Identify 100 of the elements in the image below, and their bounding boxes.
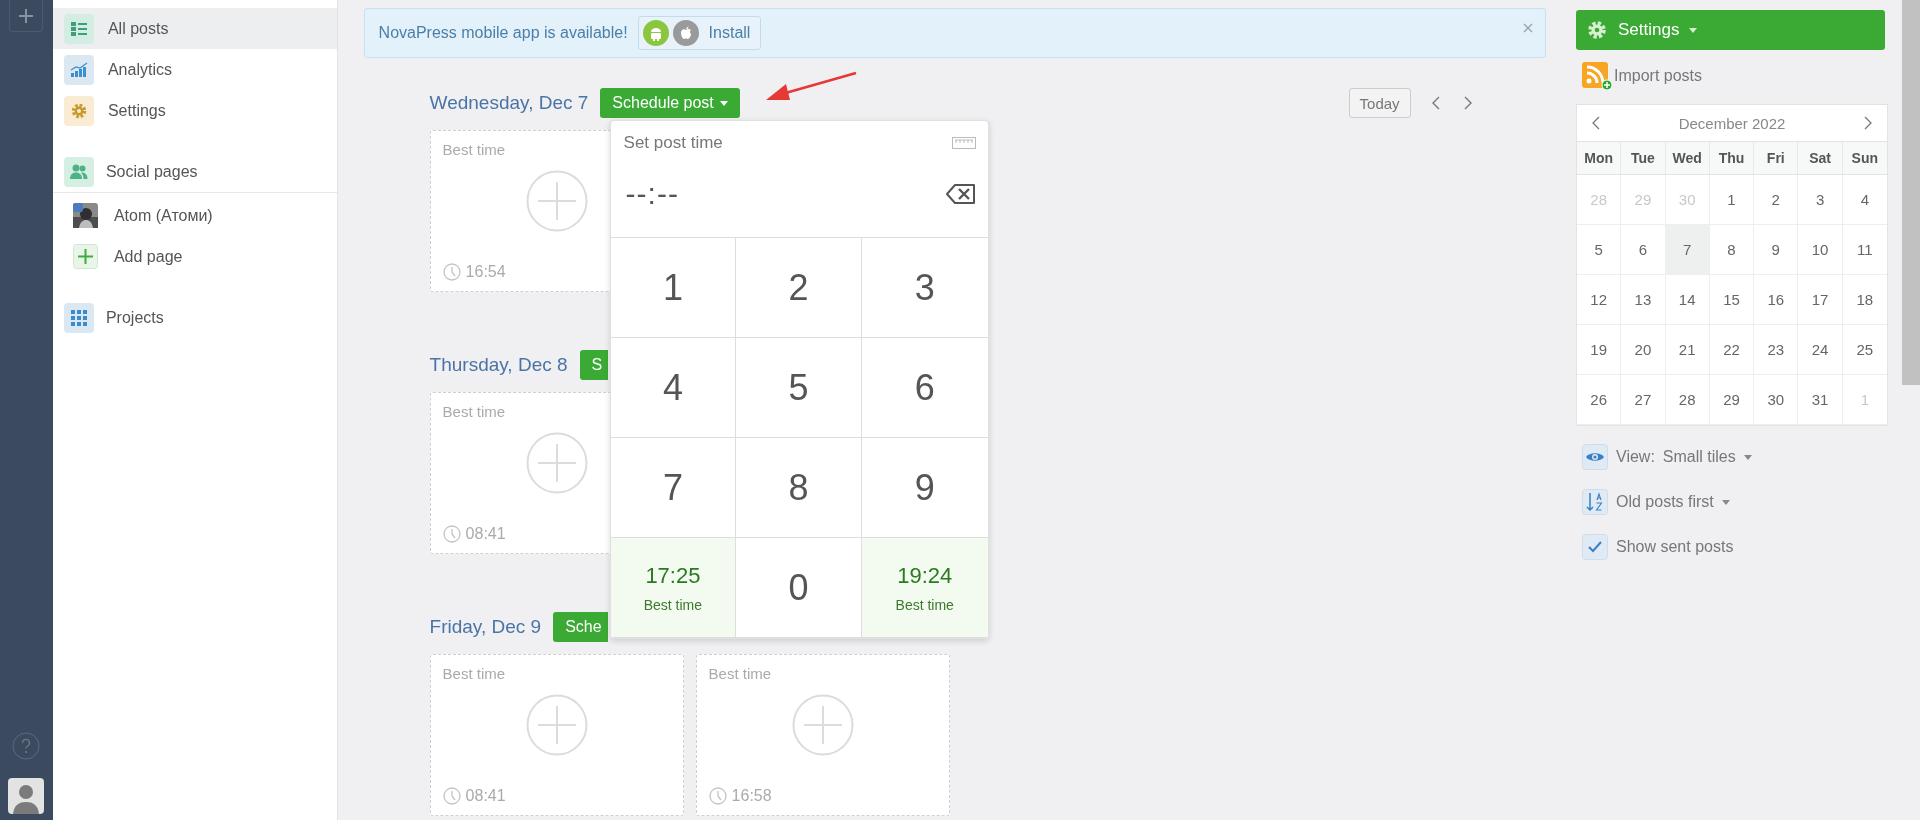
caret-icon [1689, 27, 1698, 33]
calendar-day[interactable]: 18 [1842, 275, 1887, 325]
calendar-day[interactable]: 25 [1842, 325, 1887, 375]
sort-icon [1582, 489, 1608, 515]
calendar-day[interactable]: 14 [1665, 275, 1710, 325]
calendar-day[interactable]: 29 [1709, 375, 1755, 425]
slot-time: 08:41 [465, 787, 506, 805]
close-icon[interactable] [1523, 23, 1533, 33]
calendar-day[interactable]: 27 [1621, 375, 1666, 425]
calendar-day[interactable]: 22 [1709, 325, 1755, 375]
calendar-day[interactable]: 11 [1842, 225, 1887, 275]
best-time-key[interactable]: 19:24 Best time [861, 538, 988, 638]
option-dropdown[interactable]: View: Small tiles [1616, 448, 1752, 466]
day-heading: Thursday, Dec 8 [429, 354, 568, 376]
clock-icon [708, 787, 727, 805]
digit-key[interactable]: 0 [736, 538, 862, 638]
calendar-day[interactable]: 19 [1577, 325, 1622, 375]
digit-key[interactable]: 7 [610, 438, 737, 538]
backspace-icon[interactable] [945, 183, 976, 205]
calendar-day[interactable]: 2 [1754, 175, 1799, 225]
slot-label: Best time [442, 665, 506, 682]
banner-text: NovaPress mobile app is available! [378, 24, 628, 42]
android-icon [642, 20, 669, 46]
plus-icon [72, 244, 98, 269]
calendar-day[interactable]: 31 [1798, 375, 1843, 425]
calendar-day[interactable]: 8 [1709, 225, 1755, 275]
avatar-icon[interactable] [8, 778, 45, 814]
calendar-day[interactable]: 24 [1798, 325, 1843, 375]
digit-key[interactable]: 1 [610, 238, 737, 338]
option-dropdown[interactable]: Old posts first [1616, 493, 1730, 511]
slot-label: Best time [708, 665, 772, 682]
digit-key[interactable]: 9 [861, 438, 988, 538]
calendar-day[interactable]: 7 [1665, 225, 1710, 275]
checkbox[interactable] [1582, 534, 1608, 560]
calendar-day[interactable]: 16 [1754, 275, 1799, 325]
caret-icon [1721, 499, 1730, 505]
add-circle-icon [525, 170, 588, 232]
scrollbar-thumb[interactable] [1902, 0, 1920, 385]
calendar-day[interactable]: 5 [1577, 225, 1622, 275]
weekday-label: Sat [1798, 142, 1843, 175]
weekday-label: Tue [1621, 142, 1666, 175]
list-icon [63, 13, 94, 44]
previous-icon[interactable] [1430, 96, 1441, 110]
previous-month-icon[interactable] [1591, 116, 1601, 130]
checkbox-label: Show sent posts [1616, 538, 1734, 556]
slot-time: 16:58 [731, 787, 772, 805]
calendar-day[interactable]: 13 [1621, 275, 1666, 325]
digit-key[interactable]: 3 [861, 238, 988, 338]
best-time-key[interactable]: 17:25 Best time [610, 538, 737, 638]
time-display: --:-- [625, 177, 679, 211]
import-link[interactable]: Import posts [1582, 62, 1888, 90]
calendar-day[interactable]: 1 [1709, 175, 1755, 225]
slot-label: Best time [442, 403, 506, 420]
sidebar-item[interactable]: Settings [52, 90, 337, 131]
plus-icon [18, 7, 35, 24]
calendar-day[interactable]: 9 [1754, 225, 1799, 275]
sidebar-item[interactable]: All posts [52, 8, 337, 49]
next-month-icon[interactable] [1863, 116, 1873, 130]
digit-key[interactable]: 8 [736, 438, 862, 538]
day-heading: Wednesday, Dec 7 [429, 92, 589, 114]
weekday-label: Mon [1577, 142, 1622, 175]
digit-key[interactable]: 5 [736, 338, 862, 438]
slot-time: 08:41 [465, 525, 506, 543]
calendar-day[interactable]: 17 [1798, 275, 1843, 325]
calendar-day[interactable]: 30 [1754, 375, 1799, 425]
calendar-day[interactable]: 3 [1798, 175, 1843, 225]
calendar-day[interactable]: 26 [1577, 375, 1622, 425]
weekday-label: Sun [1842, 142, 1887, 175]
add-button[interactable] [9, 0, 44, 32]
digit-key[interactable]: 6 [861, 338, 988, 438]
calendar-day[interactable]: 12 [1577, 275, 1622, 325]
sidebar-item[interactable]: Atom (Атоми) [52, 195, 337, 236]
calendar-day[interactable]: 6 [1621, 225, 1666, 275]
sidebar-item[interactable]: Add page [52, 236, 337, 277]
weekday-label: Fri [1754, 142, 1799, 175]
add-circle-icon [525, 694, 588, 756]
rss-icon [1582, 62, 1612, 90]
weekday-label: Wed [1665, 142, 1710, 175]
clock-icon [442, 525, 461, 543]
digit-key[interactable]: 2 [736, 238, 862, 338]
calendar-day[interactable]: 23 [1754, 325, 1799, 375]
add-circle-icon [791, 694, 854, 756]
sidebar-item[interactable]: Social pages [52, 151, 337, 193]
calendar-day[interactable]: 15 [1709, 275, 1755, 325]
calendar-day[interactable]: 20 [1621, 325, 1666, 375]
digit-key[interactable]: 4 [610, 338, 737, 438]
calendar-day[interactable]: 28 [1665, 375, 1710, 425]
people-icon [63, 156, 94, 187]
next-icon[interactable] [1462, 96, 1473, 110]
today-button[interactable]: Today [1348, 88, 1411, 118]
calendar-day[interactable]: 10 [1798, 225, 1843, 275]
install-button[interactable]: Install [637, 16, 762, 50]
calendar-day[interactable]: 21 [1665, 325, 1710, 375]
sidebar-item[interactable]: Analytics [52, 49, 337, 90]
month-title: December 2022 [1678, 114, 1786, 132]
sidebar-item[interactable]: Projects [52, 297, 337, 338]
add-circle-icon [525, 432, 588, 494]
caret-icon [1743, 454, 1752, 460]
calendar-day[interactable]: 4 [1842, 175, 1887, 225]
gear-icon [1586, 19, 1608, 41]
